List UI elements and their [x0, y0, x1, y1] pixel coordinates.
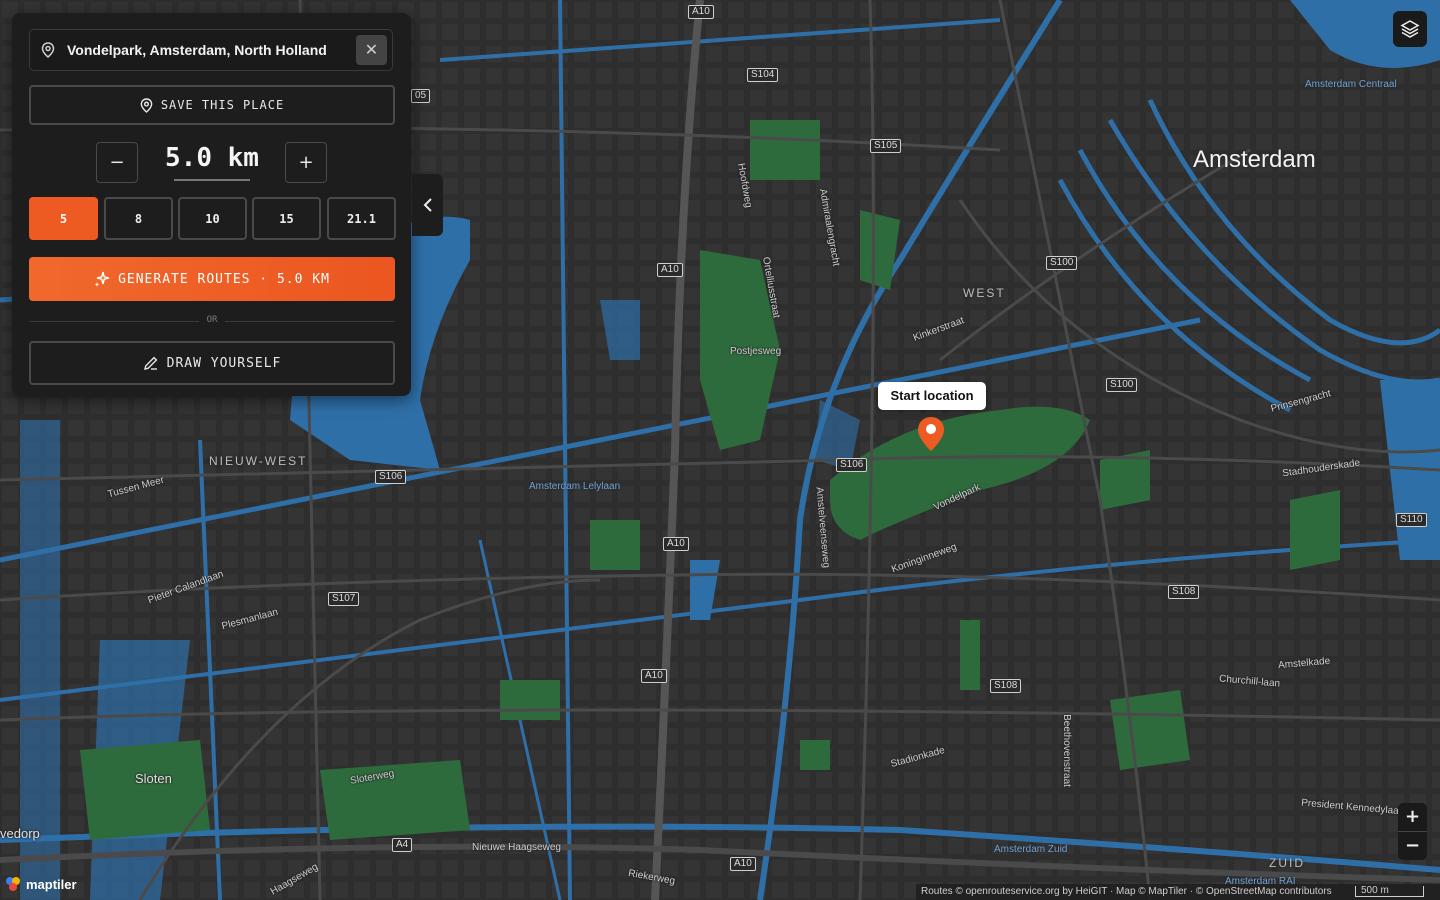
city-label: Amsterdam	[1193, 146, 1316, 173]
maptiler-logo-icon	[6, 877, 20, 891]
route-panel: Vondelpark, Amsterdam, North Holland ✕ S…	[12, 13, 411, 396]
zoom-in-button[interactable]: +	[1398, 803, 1427, 831]
draw-yourself-label: DRAW YOURSELF	[166, 355, 282, 371]
district-label-west: WEST	[963, 286, 1006, 300]
location-value[interactable]: Vondelpark, Amsterdam, North Holland	[67, 42, 327, 58]
attribution-text[interactable]: Routes © openrouteservice.org by HeiGIT …	[921, 884, 1332, 900]
attribution-bar: Routes © openrouteservice.org by HeiGIT …	[916, 884, 1440, 900]
chevron-left-icon	[423, 198, 432, 212]
street-label: Postjesweg	[730, 346, 782, 357]
start-location-marker-icon[interactable]	[917, 416, 945, 452]
zoom-out-button[interactable]: −	[1398, 832, 1427, 860]
road-shield: S108	[990, 679, 1022, 693]
preset-8[interactable]: 8	[104, 197, 173, 240]
street-label: Beethovenstraat	[1060, 714, 1072, 787]
location-search[interactable]: Vondelpark, Amsterdam, North Holland ✕	[29, 29, 393, 71]
road-shield: S104	[747, 68, 779, 82]
road-shield: A10	[657, 263, 683, 277]
place-label-sloten: Sloten	[135, 771, 172, 786]
road-shield: A4	[392, 838, 413, 852]
road-shield: S110	[1396, 513, 1427, 527]
station-label-lelylaan: Amsterdam Lelylaan	[529, 481, 621, 492]
road-shield: S106	[375, 470, 407, 484]
generate-routes-label: GENERATE ROUTES · 5.0 KM	[118, 271, 330, 287]
map-pin-icon	[140, 97, 153, 113]
preset-15[interactable]: 15	[252, 197, 321, 240]
layers-button[interactable]	[1393, 11, 1427, 47]
collapse-panel-button[interactable]	[412, 174, 443, 236]
road-shield: S100	[1106, 378, 1138, 392]
road-shield: A10	[688, 5, 714, 19]
road-shield: S100	[1046, 256, 1078, 270]
maptiler-logo[interactable]: maptiler	[4, 875, 77, 893]
road-shield: S107	[328, 592, 360, 606]
road-shield: A10	[641, 669, 667, 683]
road-shield: 05	[411, 89, 431, 103]
pencil-icon	[143, 356, 158, 370]
save-place-label: SAVE THIS PLACE	[160, 98, 285, 112]
start-location-tooltip: Start location	[878, 382, 986, 410]
or-divider: OR	[29, 314, 395, 328]
road-shield: S108	[1168, 585, 1200, 599]
distance-underline	[174, 179, 250, 181]
distance-value: 5.0 km	[165, 143, 259, 173]
save-place-button[interactable]: SAVE THIS PLACE	[29, 85, 395, 125]
layers-icon	[1400, 20, 1420, 38]
close-icon[interactable]: ✕	[356, 35, 387, 65]
increment-distance-button[interactable]: +	[285, 142, 327, 183]
district-label-zuid: ZUID	[1269, 856, 1305, 870]
draw-yourself-button[interactable]: DRAW YOURSELF	[29, 341, 395, 385]
road-shield: A10	[663, 537, 689, 551]
decrement-distance-button[interactable]: −	[96, 142, 138, 183]
preset-21-1[interactable]: 21.1	[327, 197, 396, 240]
district-label-nieuw-west: NIEUW-WEST	[209, 454, 308, 468]
sparkle-icon	[94, 271, 110, 287]
road-shield: A10	[730, 857, 756, 871]
place-label-vedorp: vedorp	[0, 826, 40, 841]
street-label: Nieuwe Haagseweg	[472, 842, 561, 853]
road-shield: S106	[836, 458, 868, 472]
scale-bar: 500 m	[1355, 886, 1424, 897]
generate-routes-button[interactable]: GENERATE ROUTES · 5.0 KM	[29, 257, 395, 301]
maptiler-logo-text: maptiler	[26, 876, 77, 892]
or-label: OR	[206, 315, 218, 325]
zoom-controls: + −	[1398, 803, 1427, 860]
map-pin-icon	[41, 42, 55, 58]
preset-5[interactable]: 5	[29, 197, 98, 240]
station-label-zuid: Amsterdam Zuid	[994, 844, 1068, 855]
preset-10[interactable]: 10	[178, 197, 247, 240]
station-label-centraal: Amsterdam Centraal	[1305, 79, 1397, 90]
road-shield: S105	[870, 139, 902, 153]
